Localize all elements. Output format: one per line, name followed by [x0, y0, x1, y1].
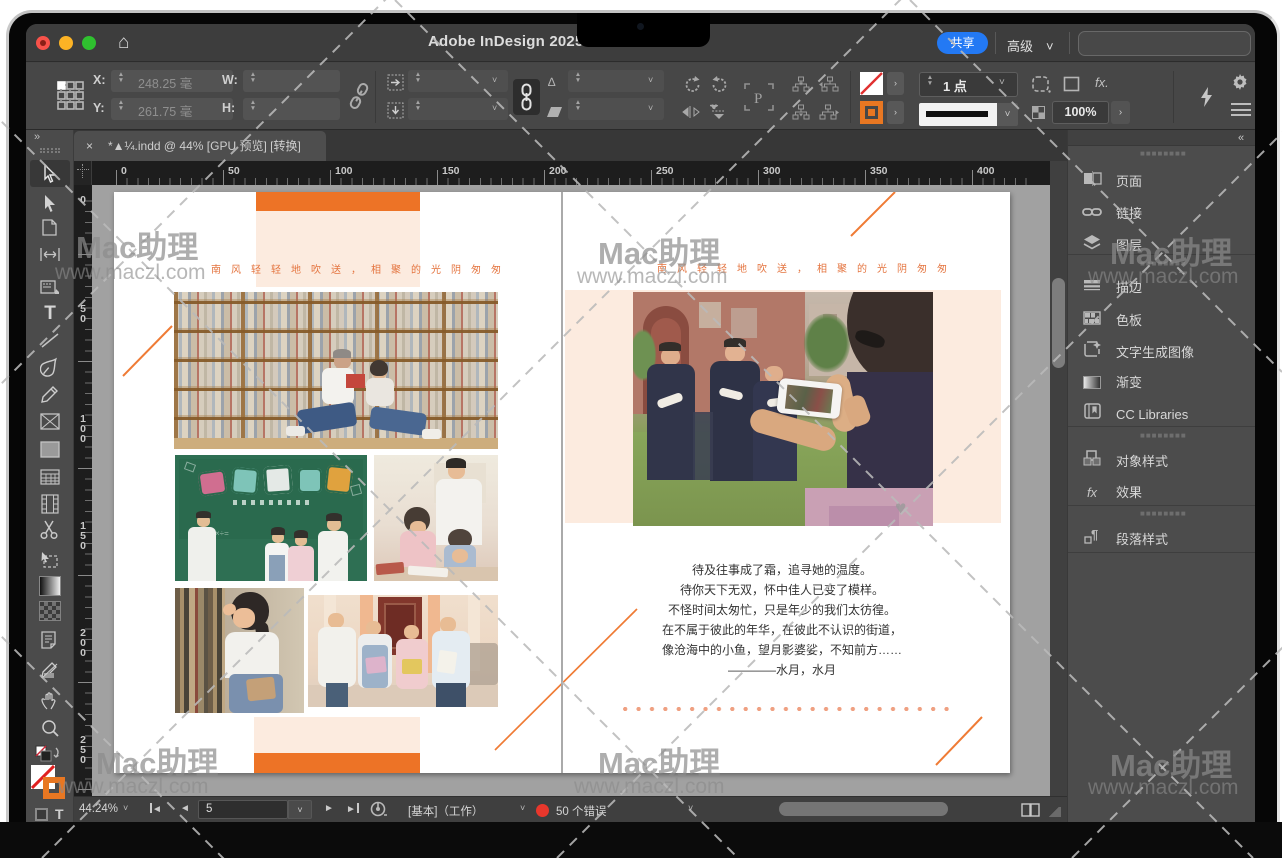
svg-text:P: P — [754, 91, 762, 107]
svg-text:¶: ¶ — [1091, 528, 1098, 542]
